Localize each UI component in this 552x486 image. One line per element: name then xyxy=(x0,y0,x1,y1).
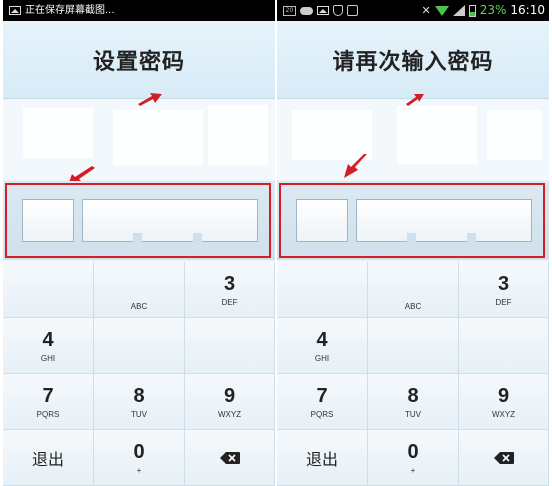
shield-icon xyxy=(333,5,343,16)
status-bar: 20 ✕ 23% 16:10 xyxy=(277,0,549,21)
password-entry-area xyxy=(3,181,275,260)
notification-box-icon: 20 xyxy=(283,5,296,16)
key-1[interactable] xyxy=(277,262,368,318)
pattern-area xyxy=(3,100,275,180)
wifi-icon xyxy=(434,5,449,16)
set-password-screen: 正在保存屏幕截图... 设置密码 ABC 3 DEF 4 GHI 7 PQRS … xyxy=(3,0,275,486)
backspace-icon xyxy=(493,451,514,464)
key-7[interactable]: 7 PQRS xyxy=(3,374,94,430)
password-slot xyxy=(296,199,348,242)
password-slot xyxy=(82,199,258,242)
key-1[interactable] xyxy=(3,262,94,318)
key-6[interactable] xyxy=(459,318,549,374)
backspace-button[interactable] xyxy=(185,430,275,486)
header: 请再次输入密码 xyxy=(277,21,549,99)
key-6[interactable] xyxy=(185,318,275,374)
exit-button[interactable]: 退出 xyxy=(3,430,94,486)
key-9[interactable]: 9 WXYZ xyxy=(185,374,275,430)
header: 设置密码 xyxy=(3,21,275,99)
mute-icon: ✕ xyxy=(421,4,431,17)
key-8[interactable]: 8 TUV xyxy=(368,374,459,430)
password-slot xyxy=(356,199,532,242)
password-entry-area xyxy=(277,181,549,260)
key-7[interactable]: 7 PQRS xyxy=(277,374,368,430)
key-5[interactable] xyxy=(368,318,459,374)
numeric-keypad: ABC 3 DEF 4 GHI 7 PQRS 8 TUV 9 WXYZ 退出 0 xyxy=(277,262,549,486)
key-0[interactable]: 0 + xyxy=(368,430,459,486)
status-bar: 正在保存屏幕截图... xyxy=(3,0,275,21)
clock: 16:10 xyxy=(510,3,545,17)
confirm-password-screen: 20 ✕ 23% 16:10 请再次输入密码 ABC 3 DEF 4 GHI 7… xyxy=(277,0,549,486)
image-icon xyxy=(9,6,21,15)
key-4[interactable]: 4 GHI xyxy=(3,318,94,374)
key-4[interactable]: 4 GHI xyxy=(277,318,368,374)
key-2[interactable]: ABC xyxy=(368,262,459,318)
key-9[interactable]: 9 WXYZ xyxy=(459,374,549,430)
image-icon xyxy=(317,6,329,15)
key-3[interactable]: 3 DEF xyxy=(459,262,549,318)
backspace-button[interactable] xyxy=(459,430,549,486)
pattern-area xyxy=(277,100,549,180)
key-3[interactable]: 3 DEF xyxy=(185,262,275,318)
password-slot xyxy=(22,199,74,242)
key-5[interactable] xyxy=(94,318,185,374)
key-2[interactable]: ABC xyxy=(94,262,185,318)
red-arrow-icon xyxy=(138,93,162,106)
exit-button[interactable]: 退出 xyxy=(277,430,368,486)
red-arrow-icon xyxy=(406,94,424,106)
red-arrow-icon xyxy=(344,154,367,178)
key-0[interactable]: 0 + xyxy=(94,430,185,486)
backspace-icon xyxy=(219,451,240,464)
cloud-icon xyxy=(300,6,313,15)
page-title: 请再次输入密码 xyxy=(332,49,494,75)
status-text: 正在保存屏幕截图... xyxy=(25,5,115,16)
numeric-keypad: ABC 3 DEF 4 GHI 7 PQRS 8 TUV 9 WXYZ 退出 0 xyxy=(3,262,275,486)
key-8[interactable]: 8 TUV xyxy=(94,374,185,430)
page-title: 设置密码 xyxy=(92,49,185,75)
battery-icon xyxy=(468,4,476,17)
app-icon xyxy=(347,5,358,16)
battery-percent: 23% xyxy=(479,3,507,17)
signal-icon xyxy=(452,5,465,16)
